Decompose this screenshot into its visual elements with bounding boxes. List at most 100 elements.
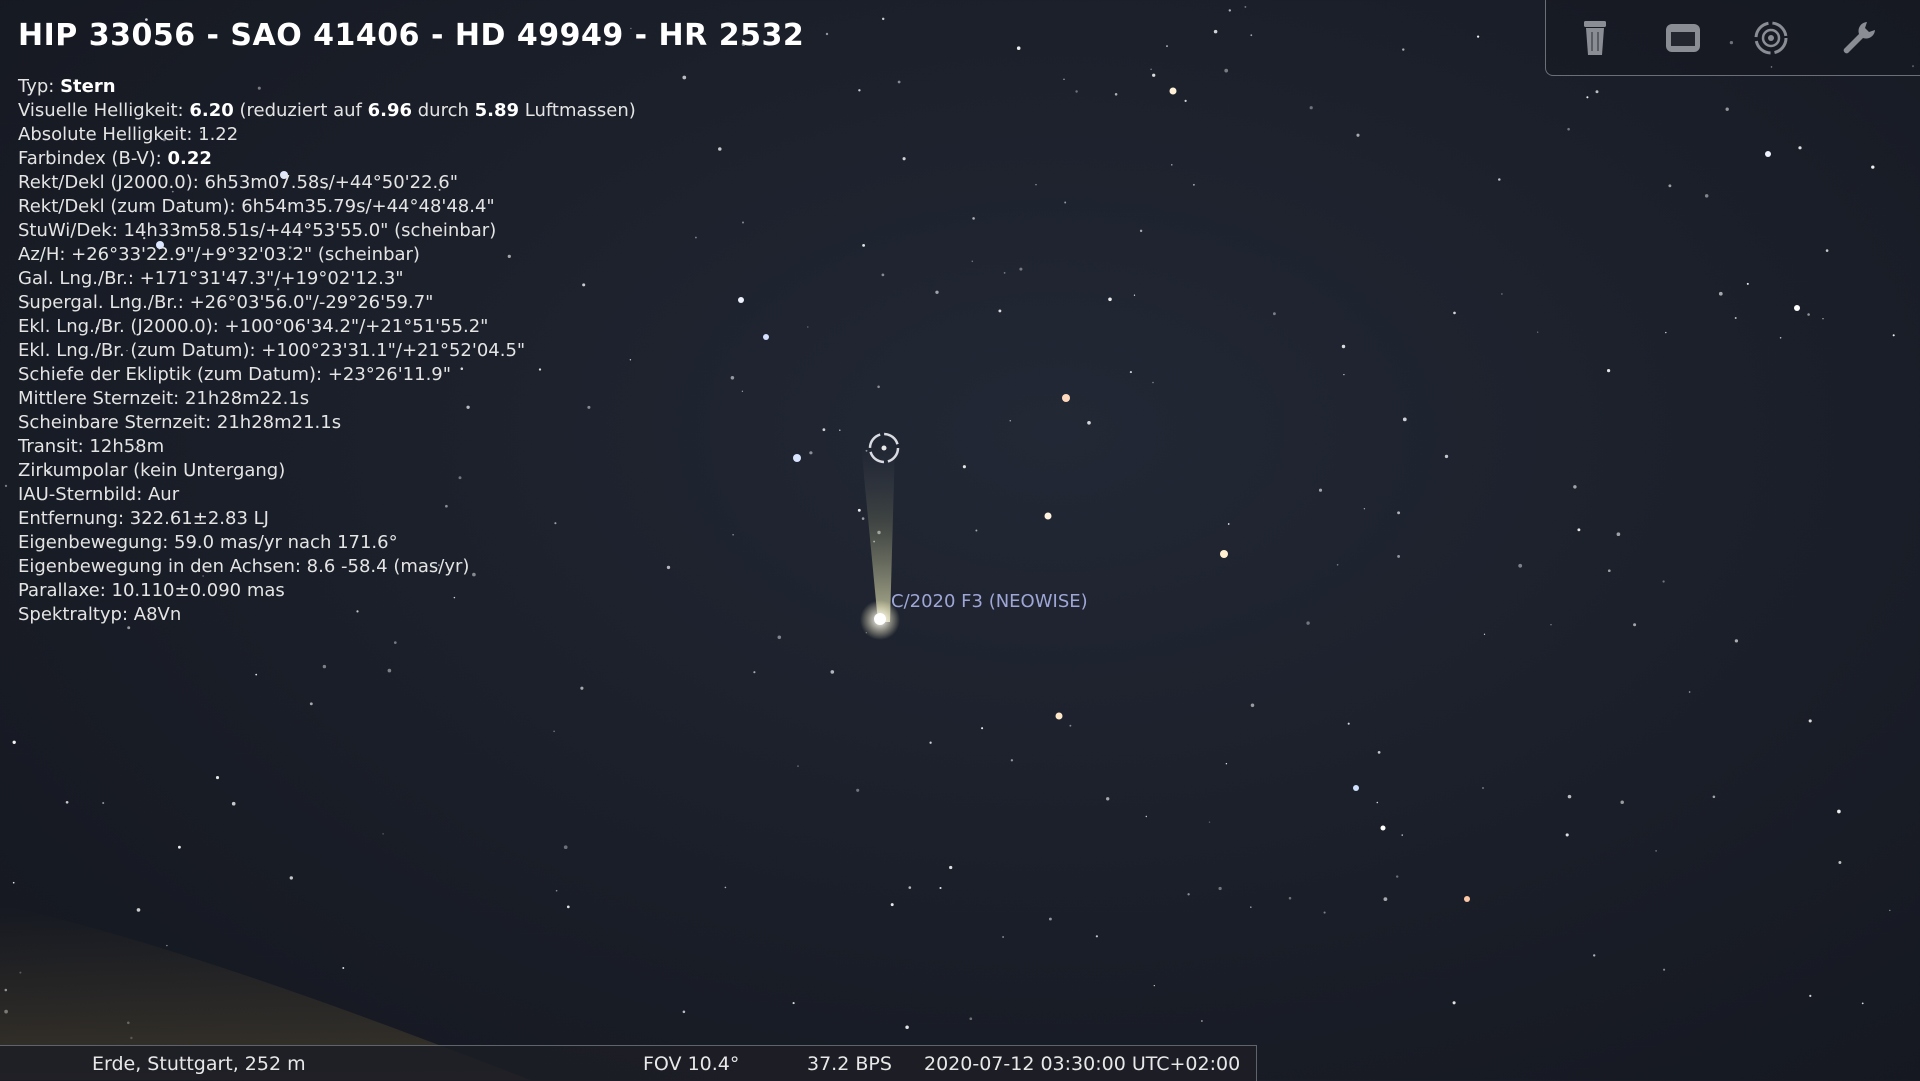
star [1048, 917, 1052, 921]
star [1288, 896, 1292, 900]
info-line: Rekt/Dekl (zum Datum): 6h54m35.79s/+44°4… [18, 195, 636, 219]
star [1106, 797, 1110, 801]
datetime-text[interactable]: 2020-07-12 03:30:00 UTC+02:00 [924, 1053, 1240, 1075]
star [1665, 331, 1667, 334]
star [792, 1002, 795, 1005]
star [1139, 229, 1143, 233]
star [1537, 331, 1539, 333]
star [929, 741, 932, 744]
star [1809, 994, 1812, 997]
info-line: StuWi/Dek: 14h33m58.51s/+44°53'55.0" (sc… [18, 219, 636, 243]
star [908, 886, 912, 889]
bright-star [738, 297, 744, 303]
star [1376, 801, 1379, 804]
star [1861, 1002, 1864, 1005]
star [1192, 183, 1195, 186]
star [1704, 194, 1709, 198]
star [1228, 9, 1232, 12]
star [1218, 886, 1222, 891]
info-line: Az/H: +26°33'22.9"/+9°32'03.2" (scheinba… [18, 243, 636, 267]
bright-star [1062, 394, 1070, 402]
star [563, 845, 568, 850]
star [1145, 815, 1148, 818]
star [1501, 293, 1503, 295]
star [1363, 508, 1366, 510]
star [682, 75, 687, 80]
window-button[interactable] [1657, 12, 1709, 64]
info-text: Typ: [18, 76, 61, 97]
bright-star [1794, 305, 1800, 311]
star [969, 1017, 973, 1021]
star [975, 529, 978, 532]
star [862, 243, 866, 247]
star [1250, 34, 1253, 37]
star [12, 740, 16, 744]
bright-star [1220, 550, 1228, 558]
bright-star [763, 334, 769, 340]
star [102, 801, 105, 805]
star [1343, 373, 1345, 376]
star [1662, 580, 1665, 583]
trash-button[interactable] [1569, 12, 1621, 64]
location-text[interactable]: Erde, Stuttgart, 252 m [92, 1053, 306, 1075]
star [1184, 99, 1187, 102]
star [962, 465, 966, 469]
star [718, 147, 722, 151]
star [1567, 794, 1572, 799]
star [387, 668, 392, 673]
star [1225, 763, 1228, 765]
star [998, 309, 1002, 313]
info-text: (reduziert auf [233, 100, 368, 121]
info-line: Spektraltyp: A8Vn [18, 603, 636, 627]
info-line: Eigenbewegung in den Achsen: 8.6 -58.4 (… [18, 555, 636, 579]
info-line: Ekl. Lng./Br. (J2000.0): +100°06'34.2"/+… [18, 315, 636, 339]
star [215, 776, 220, 780]
info-text: Mittlere Sternzeit: 21h28m22.1s [18, 388, 310, 409]
info-line: Mittlere Sternzeit: 21h28m22.1s [18, 387, 636, 411]
star [1152, 73, 1156, 77]
star [1187, 893, 1190, 896]
info-line: Visuelle Helligkeit: 6.20 (reduziert auf… [18, 99, 636, 123]
info-value: 6.20 [189, 100, 234, 121]
star [1822, 318, 1824, 320]
bright-star [1464, 896, 1470, 902]
info-text: Schiefe der Ekliptik (zum Datum): +23°26… [18, 364, 452, 385]
star [1133, 294, 1136, 296]
star [1567, 127, 1570, 131]
window-icon [1666, 24, 1700, 52]
star [1009, 420, 1011, 422]
star [382, 833, 384, 835]
star [1069, 724, 1072, 727]
settings-button[interactable] [1833, 12, 1885, 64]
star [1250, 906, 1252, 908]
star [1892, 334, 1895, 337]
info-text: Visuelle Helligkeit: [18, 100, 190, 121]
star [1250, 703, 1255, 708]
comet-label[interactable]: C/2020 F3 (NEOWISE) [891, 591, 1088, 612]
star [1201, 1020, 1203, 1022]
star [309, 702, 313, 706]
info-line: Typ: Stern [18, 75, 636, 99]
star [753, 671, 756, 674]
star [1825, 249, 1829, 252]
star [1273, 312, 1276, 316]
star [1734, 639, 1739, 643]
star [1586, 96, 1589, 99]
star [1377, 751, 1381, 754]
target-button[interactable] [1745, 12, 1797, 64]
star [807, 326, 809, 328]
bright-star [1380, 825, 1386, 831]
star [858, 89, 861, 92]
star [1476, 35, 1480, 38]
info-value: Stern [60, 76, 116, 97]
star [1402, 417, 1407, 422]
star [1356, 133, 1360, 137]
star [1224, 68, 1229, 73]
info-text: Supergal. Lng./Br.: +26°03'56.0"/-29°26'… [18, 292, 434, 313]
star [1779, 337, 1782, 339]
target-icon [1754, 21, 1788, 55]
info-line: Transit: 12h58m [18, 435, 636, 459]
bright-star [1044, 512, 1052, 520]
star [1655, 850, 1657, 852]
star [1150, 68, 1152, 71]
